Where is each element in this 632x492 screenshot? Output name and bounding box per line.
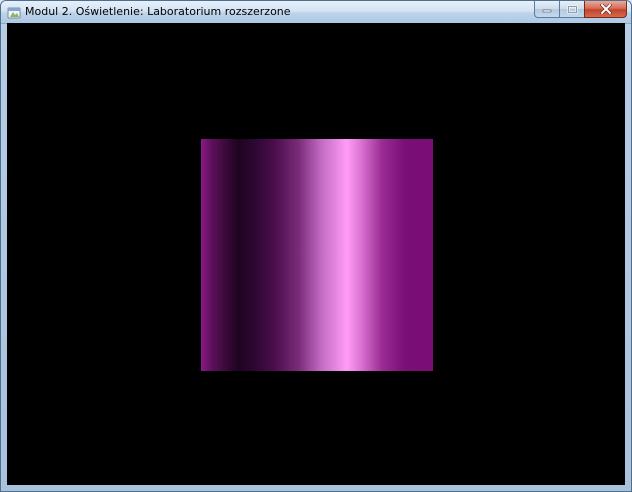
- maximize-icon: [567, 5, 578, 14]
- lit-square: [201, 139, 433, 371]
- maximize-button[interactable]: [559, 1, 584, 18]
- minimize-button[interactable]: [534, 1, 559, 18]
- window-controls: [534, 1, 627, 19]
- close-icon: [599, 4, 612, 14]
- window-title: Modul 2. Oświetlenie: Laboratorium rozsz…: [25, 5, 291, 18]
- application-window: Modul 2. Oświetlenie: Laboratorium rozsz…: [0, 0, 632, 492]
- app-window-icon[interactable]: [7, 5, 21, 19]
- opengl-viewport[interactable]: [7, 23, 625, 485]
- minimize-icon: [542, 5, 552, 13]
- title-bar[interactable]: Modul 2. Oświetlenie: Laboratorium rozsz…: [1, 1, 631, 24]
- close-button[interactable]: [584, 1, 627, 18]
